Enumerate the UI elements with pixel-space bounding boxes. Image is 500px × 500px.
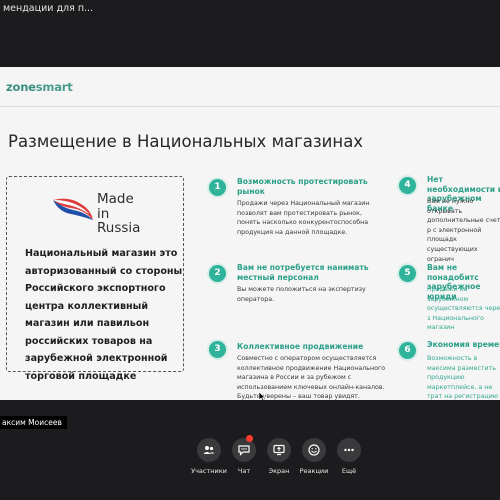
smile-icon [308,444,320,456]
screen-share-button[interactable]: Экран [259,438,299,482]
feature-text: Продажи на зарубежном осуществляются чер… [427,286,500,332]
feature-text: Возможность в максима разместить продукц… [427,355,499,400]
participant-name-label: аксим Моисеев [0,416,67,429]
feature-number: 6 [399,342,416,359]
window-titlebar: мендации для п... [0,0,500,18]
feature-title: Экономия времен [427,340,500,349]
feature-title: Возможность протестировать рынок [237,177,368,196]
reactions-button[interactable]: Реакции [294,438,334,482]
window-title: мендации для п... [3,3,94,14]
chat-notification-dot [246,435,253,442]
made-in-russia-logo: Made in Russia [51,192,151,235]
meeting-toolbar: Участники Чат Экран Реакции Ещё [0,430,500,500]
screen-share-icon [273,444,285,456]
shared-slide: zonesmart Размещение в Национальных мага… [0,67,500,400]
feature-text: Продажи через Национальный магазин позво… [237,200,370,236]
feature-text: Вам не нужно открывать дополнительные сч… [427,198,500,263]
header-divider [0,106,500,107]
feature-number: 3 [209,341,226,358]
feature-number: 2 [209,265,226,282]
feature-title: Коллективное продвижение [237,342,364,351]
more-icon [344,448,354,452]
participants-button[interactable]: Участники [189,438,229,482]
more-button[interactable]: Ещё [329,438,369,482]
more-label: Ещё [341,467,357,475]
feature-text: Вы можете положиться на экспертизу опера… [237,286,366,303]
feature-title: Вам не потребуется нанимать местный перс… [237,263,369,282]
mouse-cursor-icon [258,391,266,400]
chat-button[interactable]: Чат [224,435,264,482]
feature-number: 4 [399,177,416,194]
national-store-box: Made in Russia Национальный магазин это … [6,176,184,382]
people-icon [203,446,215,454]
chat-icon [238,445,250,456]
feature-number: 5 [399,265,416,282]
made-in-russia-text: Made in Russia [97,191,141,236]
national-store-description: Национальный магазин это авторизованный … [25,248,183,382]
feature-number: 1 [209,179,226,196]
slide-headline: Размещение в Национальных магазинах [8,132,364,151]
flag-swoosh-icon [52,198,93,220]
zonesmart-logo: zonesmart [6,80,73,94]
